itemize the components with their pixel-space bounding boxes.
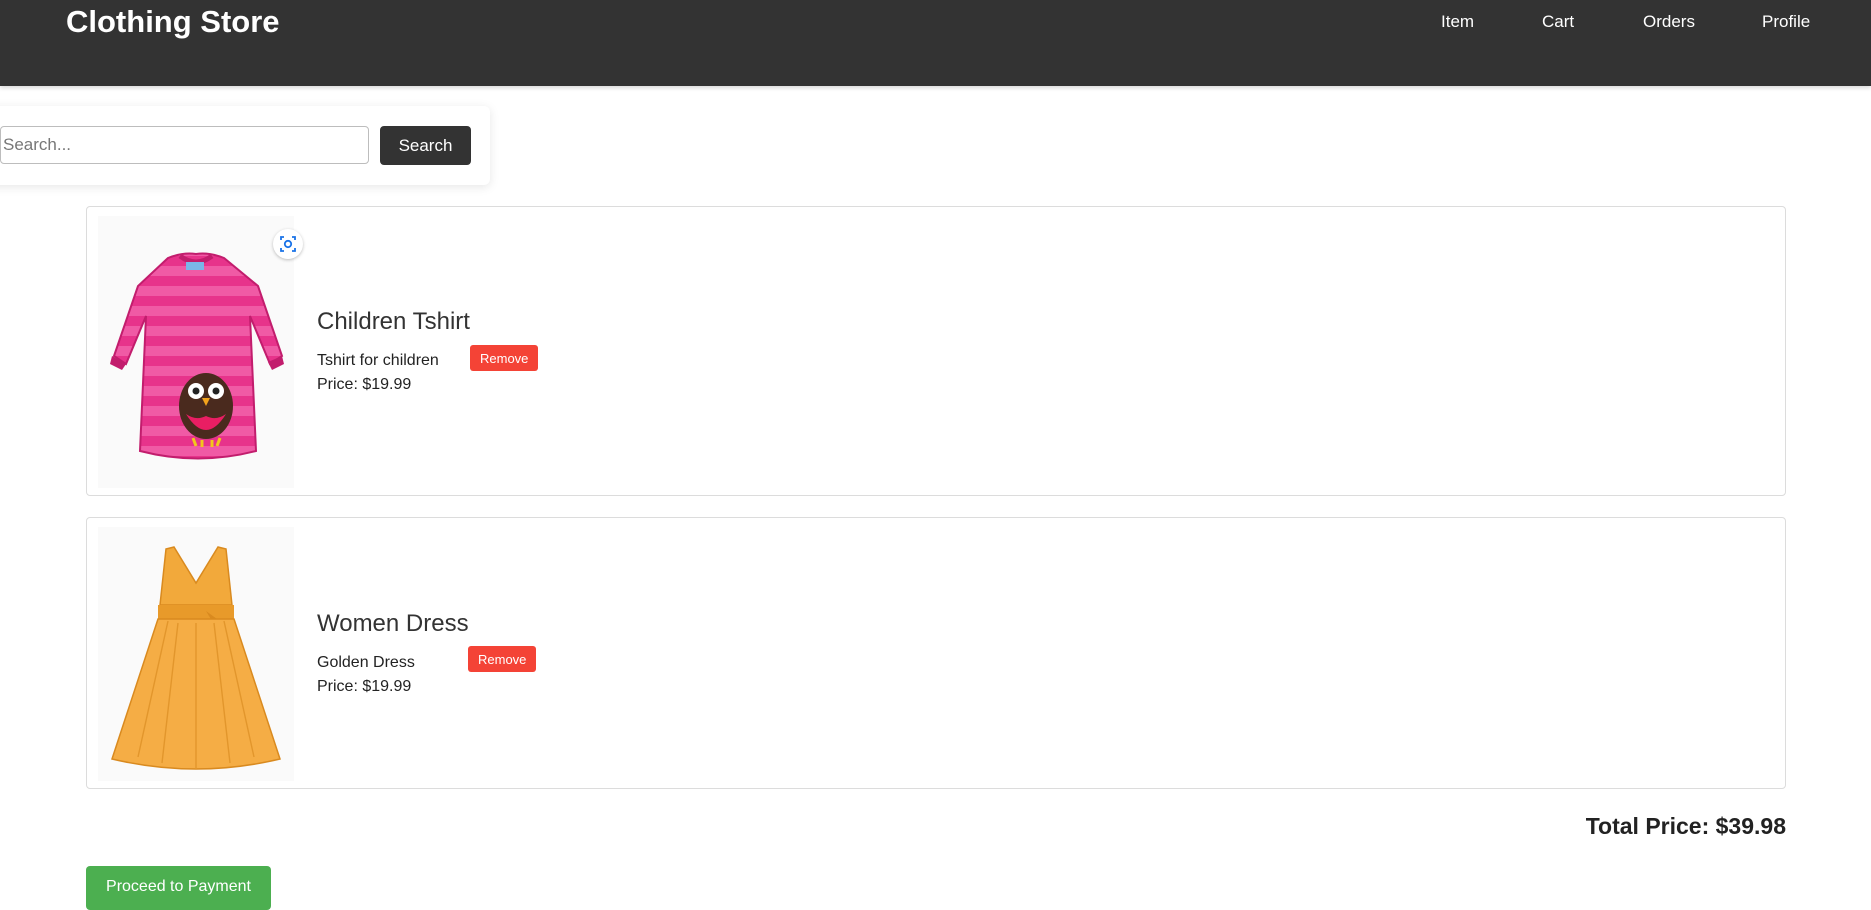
search-panel: Search	[0, 106, 490, 185]
item-price: Price: $19.99	[317, 376, 412, 393]
pink-striped-owl-dress-image	[110, 252, 284, 460]
total-price: Total Price: $39.98	[1585, 813, 1786, 839]
item-title: Women Dress	[317, 610, 469, 637]
item-description: Golden Dress	[317, 654, 415, 671]
item-title: Children Tshirt	[317, 308, 470, 335]
nav-item[interactable]: Item	[1441, 12, 1474, 32]
proceed-to-payment-button[interactable]: Proceed to Payment	[86, 866, 271, 910]
product-image	[98, 216, 303, 488]
golden-dress-image	[111, 546, 281, 770]
proceed-to-payment-label: Proceed to Payment	[106, 878, 251, 895]
remove-button[interactable]: Remove	[468, 646, 537, 672]
lens-icon[interactable]	[273, 229, 303, 259]
top-navbar: Clothing Store Item Cart Orders Profile	[0, 0, 1871, 86]
search-input[interactable]	[0, 126, 369, 164]
search-button[interactable]: Search	[380, 126, 471, 165]
nav-cart[interactable]: Cart	[1542, 12, 1574, 32]
main-nav: Item Cart Orders Profile	[0, 12, 1871, 36]
cart-item: Children Tshirt Tshirt for children Pric…	[86, 206, 1786, 496]
product-image	[98, 527, 294, 781]
cart-item: Women Dress Golden Dress Price: $19.99 R…	[86, 517, 1786, 789]
remove-button[interactable]: Remove	[470, 345, 539, 371]
nav-orders[interactable]: Orders	[1643, 12, 1695, 32]
item-description: Tshirt for children	[317, 352, 439, 369]
nav-profile[interactable]: Profile	[1762, 12, 1810, 32]
item-price: Price: $19.99	[317, 678, 412, 695]
